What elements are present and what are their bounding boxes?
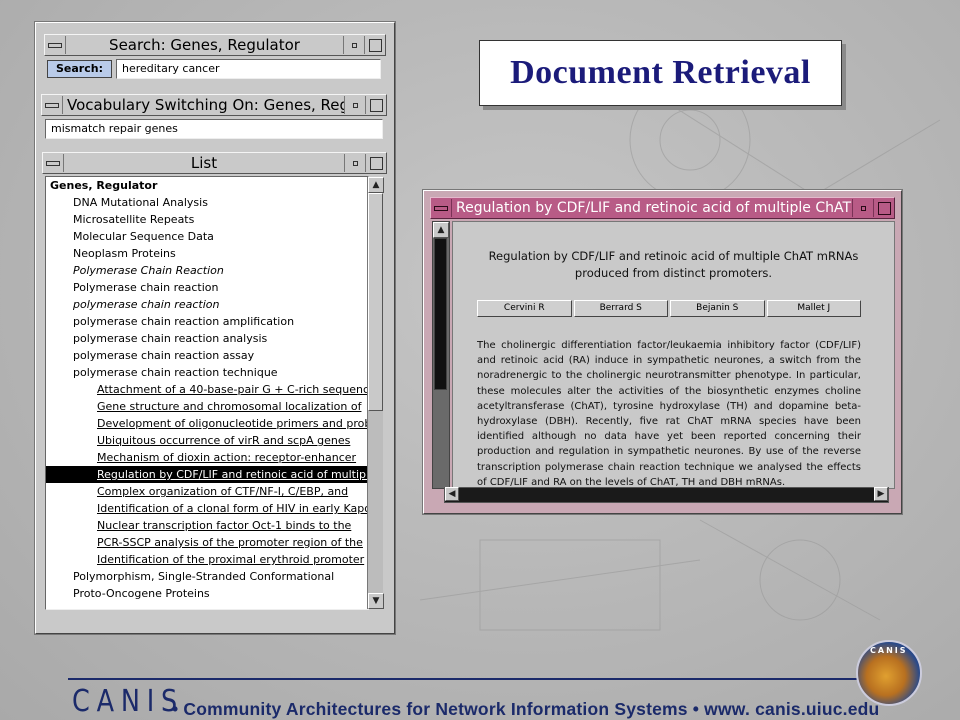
list-item[interactable]: Proto-Oncogene Proteins <box>46 585 368 602</box>
vocab-window-titlebar[interactable]: Vocabulary Switching On: Genes, Regulato… <box>41 94 387 116</box>
list-item[interactable]: Polymorphism, Single-Stranded Conformati… <box>46 568 368 585</box>
slide-title: Document Retrieval <box>510 54 811 91</box>
document-window-titlebar[interactable]: Regulation by CDF/LIF and retinoic acid … <box>430 197 895 219</box>
maximize-button[interactable] <box>873 199 894 217</box>
slide-title-box: Document Retrieval <box>479 40 842 106</box>
minimize-button[interactable] <box>344 154 365 172</box>
list-item[interactable]: Complex organization of CTF/NF-I, C/EBP,… <box>46 483 368 500</box>
list-item[interactable]: Mechanism of dioxin action: receptor-enh… <box>46 449 368 466</box>
scroll-right-button[interactable]: ▶ <box>874 487 888 501</box>
maximize-button[interactable] <box>364 36 385 54</box>
list-window-title: List <box>190 154 218 172</box>
author-button[interactable]: Mallet J <box>766 300 861 317</box>
search-window-title: Search: Genes, Regulator <box>109 36 300 54</box>
list-item[interactable]: Regulation by CDF/LIF and retinoic acid … <box>46 466 368 483</box>
document-horizontal-scrollbar[interactable]: ◀ ▶ <box>444 487 889 503</box>
document-window-title: Regulation by CDF/LIF and retinoic acid … <box>456 200 852 216</box>
document-heading-line2: produced from distinct promoters. <box>574 266 773 280</box>
document-content: Regulation by CDF/LIF and retinoic acid … <box>452 221 895 489</box>
list-item[interactable]: Ubiquitous occurrence of virR and scpA g… <box>46 432 368 449</box>
scroll-thumb[interactable] <box>434 238 447 390</box>
maximize-button[interactable] <box>365 154 386 172</box>
footer-rule <box>68 678 858 680</box>
footer-text: • Community Architectures for Network In… <box>172 699 880 719</box>
results-list[interactable]: Genes, Regulator DNA Mutational Analysis M… <box>45 176 369 610</box>
document-window: Regulation by CDF/LIF and retinoic acid … <box>423 190 902 514</box>
list-item[interactable]: Genes, Regulator <box>46 177 368 194</box>
author-button[interactable]: Berrard S <box>573 300 668 317</box>
list-item[interactable]: Polymerase chain reaction <box>46 279 368 296</box>
list-item[interactable]: polymerase chain reaction analysis <box>46 330 368 347</box>
list-window-titlebar[interactable]: List <box>42 152 387 174</box>
list-item[interactable]: Neoplasm Proteins <box>46 245 368 262</box>
list-item[interactable]: polymerase chain reaction assay <box>46 347 368 364</box>
scroll-down-button[interactable]: ▼ <box>368 593 384 609</box>
author-buttons: Cervini R Berrard S Bejanin S Mallet J <box>477 300 861 317</box>
window-menu-button[interactable] <box>43 154 64 172</box>
list-item[interactable]: Nuclear transcription factor Oct-1 binds… <box>46 517 368 534</box>
list-item[interactable]: Identification of a clonal form of HIV i… <box>46 500 368 517</box>
list-item[interactable]: Molecular Sequence Data <box>46 228 368 245</box>
list-item[interactable]: Microsatellite Repeats <box>46 211 368 228</box>
document-heading-line1: Regulation by CDF/LIF and retinoic acid … <box>488 249 859 263</box>
list-item[interactable]: Attachment of a 40-base-pair G + C-rich … <box>46 381 368 398</box>
left-panel-frame: Search: Genes, Regulator Search: heredit… <box>35 22 395 634</box>
list-item[interactable]: PCR-SSCP analysis of the promoter region… <box>46 534 368 551</box>
window-menu-button[interactable] <box>45 36 66 54</box>
maximize-button[interactable] <box>365 96 386 114</box>
window-menu-button[interactable] <box>42 96 63 114</box>
canis-logo: CANIS <box>72 684 185 719</box>
document-vertical-scrollbar[interactable]: ▲ <box>432 221 450 489</box>
emblem-label: CANIS <box>870 646 908 655</box>
search-row: Search: hereditary cancer <box>47 59 381 79</box>
list-item[interactable]: DNA Mutational Analysis <box>46 194 368 211</box>
document-abstract: The cholinergic differentiation factor/l… <box>477 340 861 488</box>
list-item[interactable]: polymerase chain reaction amplification <box>46 313 368 330</box>
search-input[interactable]: hereditary cancer <box>115 59 381 79</box>
author-button[interactable]: Bejanin S <box>670 300 765 317</box>
vocab-window-title: Vocabulary Switching On: Genes, Regulato… <box>67 96 344 114</box>
scroll-up-button[interactable]: ▲ <box>433 222 449 238</box>
scroll-thumb[interactable] <box>368 193 383 411</box>
document-heading: Regulation by CDF/LIF and retinoic acid … <box>453 248 894 282</box>
list-item[interactable]: Identification of the proximal erythroid… <box>46 551 368 568</box>
minimize-button[interactable] <box>343 36 364 54</box>
author-button[interactable]: Cervini R <box>477 300 572 317</box>
results-list-scrollbar[interactable]: ▲ ▼ <box>367 177 384 609</box>
list-item[interactable]: Development of oligonucleotide primers a… <box>46 415 368 432</box>
search-label: Search: <box>47 60 112 78</box>
vocab-input[interactable]: mismatch repair genes <box>45 119 383 139</box>
scroll-left-button[interactable]: ◀ <box>445 487 459 501</box>
list-item[interactable]: Polymerase Chain Reaction <box>46 262 368 279</box>
list-item[interactable]: Gene structure and chromosomal localizat… <box>46 398 368 415</box>
minimize-button[interactable] <box>852 199 873 217</box>
vocab-row: mismatch repair genes <box>45 119 383 139</box>
minimize-button[interactable] <box>344 96 365 114</box>
list-item[interactable]: polymerase chain reaction <box>46 296 368 313</box>
scroll-up-button[interactable]: ▲ <box>368 177 384 193</box>
list-item[interactable]: polymerase chain reaction technique <box>46 364 368 381</box>
window-menu-button[interactable] <box>431 199 452 217</box>
search-window-titlebar[interactable]: Search: Genes, Regulator <box>44 34 386 56</box>
